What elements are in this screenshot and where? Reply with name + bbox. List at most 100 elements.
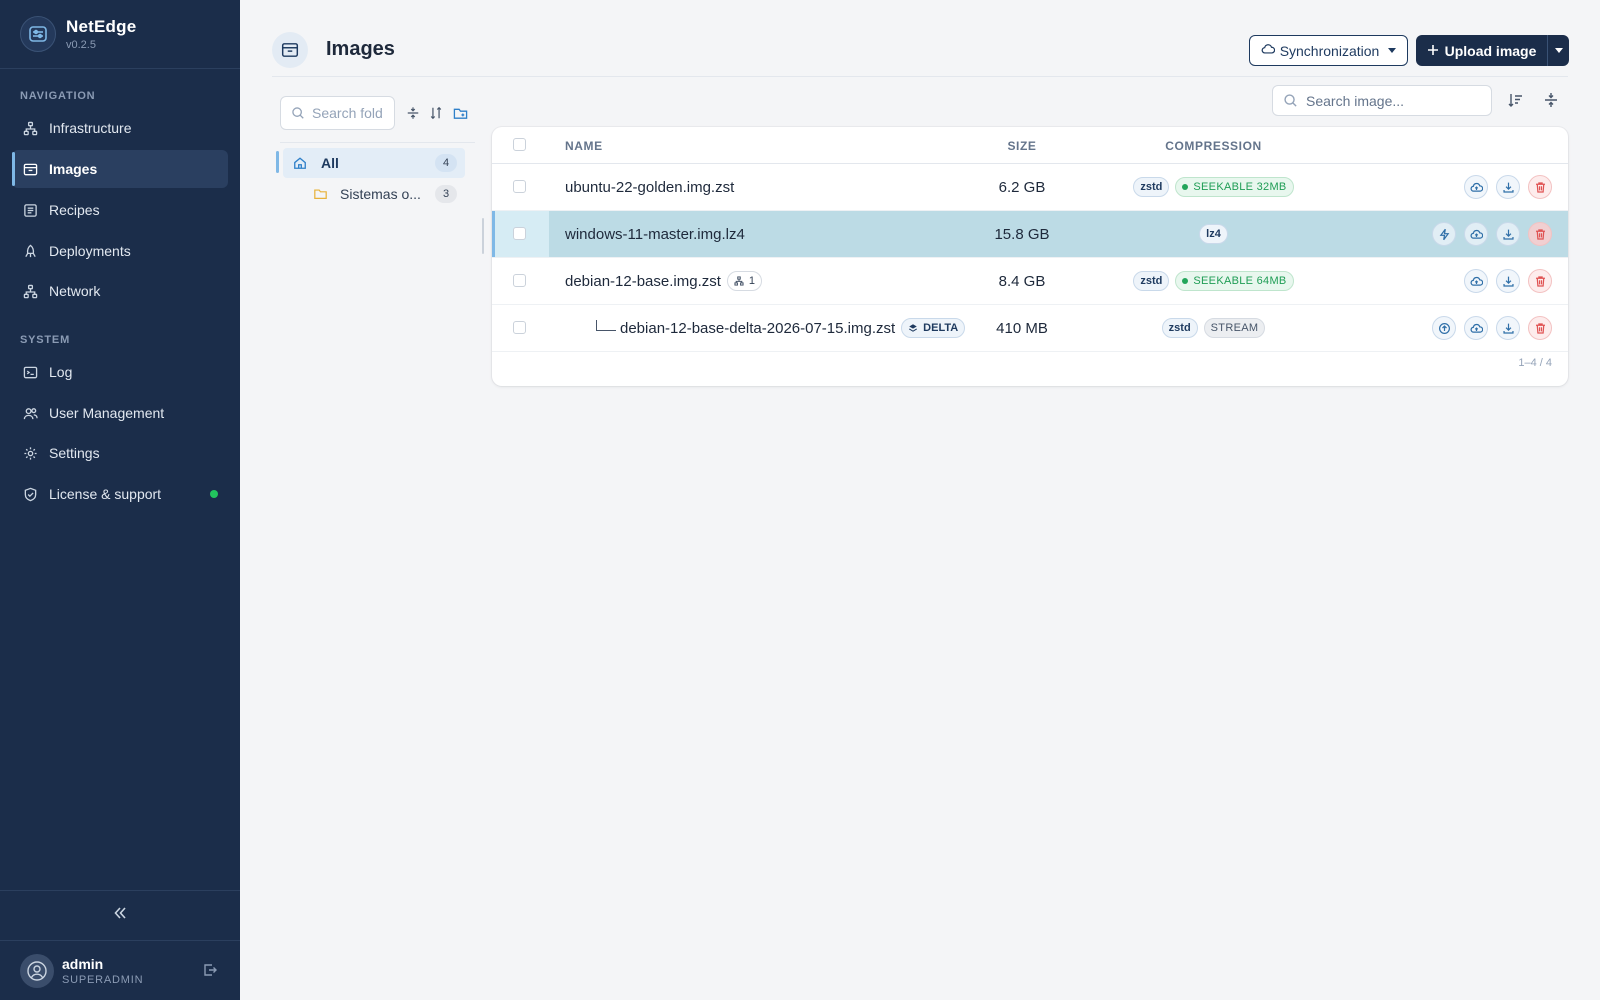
avatar bbox=[20, 953, 54, 988]
user-role: SUPERADMIN bbox=[62, 973, 144, 986]
cloud-upload-icon[interactable] bbox=[1464, 222, 1488, 246]
cloud-upload-icon[interactable] bbox=[1464, 175, 1488, 199]
upload-options-toggle[interactable] bbox=[1547, 35, 1569, 66]
row-checkbox[interactable] bbox=[513, 180, 526, 193]
nav-item-infrastructure[interactable]: Infrastructure bbox=[12, 109, 228, 147]
nav-item-images[interactable]: Images bbox=[12, 150, 228, 188]
gear-icon bbox=[22, 445, 38, 461]
nav-item-deployments[interactable]: Deployments bbox=[12, 232, 228, 270]
nav-item-label: User Management bbox=[49, 405, 165, 421]
seekable-badge: SEEKABLE 64MB bbox=[1175, 271, 1294, 291]
folder-label: All bbox=[321, 155, 339, 171]
image-name: windows-11-master.img.lz4 bbox=[565, 225, 745, 243]
image-size: 8.4 GB bbox=[998, 272, 1046, 290]
download-icon[interactable] bbox=[1496, 222, 1520, 246]
user-profile[interactable]: admin SUPERADMIN bbox=[0, 940, 240, 1000]
folder-search-placeholder: Search fold bbox=[312, 105, 383, 121]
arrow-up-circle-icon[interactable] bbox=[1432, 316, 1456, 340]
images-table: NAME SIZE COMPRESSION ubuntu-22-golden.i… bbox=[492, 127, 1568, 386]
folder-search-input[interactable]: Search fold bbox=[280, 96, 395, 130]
sort-descending-icon[interactable] bbox=[1506, 91, 1524, 109]
cloud-upload-icon[interactable] bbox=[1464, 269, 1488, 293]
user-name: admin bbox=[62, 955, 104, 972]
image-search-input[interactable]: Search image... bbox=[1272, 85, 1492, 116]
collapse-all-icon[interactable] bbox=[404, 104, 422, 122]
seekable-label: SEEKABLE 32MB bbox=[1193, 181, 1287, 193]
nav-item-license-support[interactable]: License & support bbox=[12, 475, 228, 513]
upload-image-split-button: Upload image bbox=[1416, 35, 1569, 66]
app-name: NetEdge bbox=[66, 17, 137, 36]
download-icon[interactable] bbox=[1496, 269, 1520, 293]
network-nodes-icon bbox=[22, 120, 38, 136]
nav-item-label: License & support bbox=[49, 486, 162, 502]
table-row[interactable]: debian-12-base.img.zst 1 8.4 GB zstd SEE… bbox=[492, 258, 1568, 305]
nav-item-user-management[interactable]: User Management bbox=[12, 394, 228, 432]
row-checkbox[interactable] bbox=[513, 321, 526, 334]
table-row-child[interactable]: debian-12-base-delta-2026-07-15.img.zst … bbox=[492, 305, 1568, 352]
table-row-selected[interactable]: windows-11-master.img.lz4 15.8 GB lz4 bbox=[492, 211, 1568, 258]
folder-divider bbox=[280, 142, 475, 143]
brand: NetEdge v0.2.5 bbox=[0, 0, 240, 69]
system-section-title: SYSTEM bbox=[20, 334, 71, 346]
active-folder-indicator bbox=[276, 151, 279, 173]
folder-icon bbox=[313, 187, 328, 201]
nav-item-label: Log bbox=[49, 364, 73, 380]
table-row[interactable]: ubuntu-22-golden.img.zst 6.2 GB zstd SEE… bbox=[492, 164, 1568, 211]
column-header-compression[interactable]: COMPRESSION bbox=[1082, 139, 1345, 153]
download-icon[interactable] bbox=[1496, 175, 1520, 199]
row-checkbox[interactable] bbox=[513, 274, 526, 287]
nav-item-recipes[interactable]: Recipes bbox=[12, 191, 228, 229]
network-icon bbox=[22, 283, 38, 299]
image-search-placeholder: Search image... bbox=[1306, 92, 1405, 109]
nav-item-log[interactable]: Log bbox=[12, 353, 228, 391]
image-size: 410 MB bbox=[996, 319, 1048, 337]
compression-algo-badge: zstd bbox=[1161, 318, 1198, 338]
search-icon bbox=[1283, 93, 1298, 108]
netedge-logo-icon bbox=[20, 16, 56, 52]
collapse-sidebar-button[interactable] bbox=[0, 890, 240, 940]
rocket-icon bbox=[22, 243, 38, 259]
pagination-info: 1–4 / 4 bbox=[1518, 357, 1552, 369]
image-size: 6.2 GB bbox=[998, 178, 1046, 196]
double-chevron-left-icon bbox=[112, 905, 128, 926]
nav-item-network[interactable]: Network bbox=[12, 272, 228, 310]
table-header: NAME SIZE COMPRESSION bbox=[492, 127, 1568, 164]
new-folder-icon[interactable] bbox=[451, 104, 469, 122]
trash-icon[interactable] bbox=[1528, 175, 1552, 199]
select-all-checkbox[interactable] bbox=[513, 138, 526, 151]
trash-icon[interactable] bbox=[1528, 222, 1552, 246]
synchronization-dropdown[interactable]: Synchronization bbox=[1249, 35, 1408, 66]
child-count-badge: 1 bbox=[726, 271, 763, 291]
delta-badge: DELTA bbox=[901, 318, 966, 338]
plus-icon bbox=[1427, 43, 1439, 59]
folder-item-all[interactable]: All 4 bbox=[283, 148, 465, 178]
image-name: ubuntu-22-golden.img.zst bbox=[565, 178, 735, 196]
compression-algo-badge: zstd bbox=[1133, 177, 1170, 197]
home-icon bbox=[293, 156, 307, 170]
folder-count: 3 bbox=[435, 185, 457, 203]
image-name: debian-12-base.img.zst bbox=[565, 272, 721, 290]
nav-item-settings[interactable]: Settings bbox=[12, 434, 228, 472]
logout-icon[interactable] bbox=[202, 962, 218, 983]
sort-icon[interactable] bbox=[427, 104, 445, 122]
collapse-rows-icon[interactable] bbox=[1542, 91, 1560, 109]
column-header-size[interactable]: SIZE bbox=[972, 139, 1072, 153]
terminal-icon bbox=[22, 364, 38, 380]
pane-resize-handle[interactable] bbox=[482, 218, 484, 254]
image-size: 15.8 GB bbox=[994, 225, 1050, 243]
trash-icon[interactable] bbox=[1528, 316, 1552, 340]
lightning-icon[interactable] bbox=[1432, 222, 1456, 246]
seekable-label: SEEKABLE 64MB bbox=[1193, 275, 1287, 287]
compression-algo-badge: zstd bbox=[1133, 271, 1170, 291]
trash-icon[interactable] bbox=[1528, 269, 1552, 293]
nav-item-label: Settings bbox=[49, 445, 100, 461]
folder-item-sistemas[interactable]: Sistemas o... 3 bbox=[283, 179, 465, 209]
row-checkbox[interactable] bbox=[513, 227, 526, 240]
navigation-section-title: NAVIGATION bbox=[20, 90, 96, 102]
archive-box-icon bbox=[272, 32, 308, 68]
cloud-upload-icon[interactable] bbox=[1464, 316, 1488, 340]
nav-item-label: Deployments bbox=[49, 243, 131, 259]
download-icon[interactable] bbox=[1496, 316, 1520, 340]
upload-image-button[interactable]: Upload image bbox=[1416, 35, 1547, 66]
column-header-name[interactable]: NAME bbox=[565, 139, 603, 153]
